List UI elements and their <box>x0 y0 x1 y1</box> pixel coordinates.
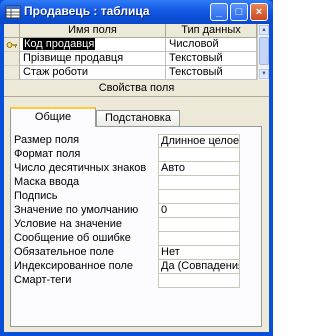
row-selector[interactable] <box>4 66 20 80</box>
grid-row[interactable]: Стаж роботи Текстовый <box>4 66 257 80</box>
property-row: Смарт-теги <box>14 274 258 288</box>
property-label: Условие на значение <box>14 218 123 230</box>
data-type-cell[interactable]: Числовой <box>166 38 257 52</box>
property-label: Значение по умолчанию <box>14 204 139 216</box>
property-row: Число десятичных знаков Авто <box>14 162 258 176</box>
property-label: Размер поля <box>14 134 80 146</box>
general-tab-panel: Размер поля Длинное целое Формат поля Чи… <box>10 126 262 327</box>
field-name-text: Код продавця <box>23 38 96 50</box>
property-row: Размер поля Длинное целое <box>14 134 258 148</box>
row-selector[interactable] <box>4 38 20 52</box>
property-row: Маска ввода <box>14 176 258 190</box>
property-value-field[interactable]: 0 <box>158 204 240 218</box>
property-label: Обязательное поле <box>14 246 115 258</box>
property-label: Формат поля <box>14 148 81 160</box>
client-area: Имя поля Тип данных Код продавця Числово… <box>4 24 269 332</box>
field-name-cell[interactable]: Стаж роботи <box>20 66 166 80</box>
property-row: Формат поля <box>14 148 258 162</box>
grid-vertical-scrollbar[interactable]: ▲ ▼ <box>257 24 269 80</box>
title-bar[interactable]: Продавець : таблица _ □ × <box>0 0 273 24</box>
property-value-field[interactable] <box>158 176 240 190</box>
tab-lookup[interactable]: Подстановка <box>96 110 180 127</box>
property-value-field[interactable]: Да (Совпадения не допускаются) <box>158 260 240 274</box>
property-label: Число десятичных знаков <box>14 162 147 174</box>
property-label: Подпись <box>14 190 58 202</box>
data-type-header: Тип данных <box>166 24 257 38</box>
property-value-field[interactable] <box>158 218 240 232</box>
property-row: Индексированное поле Да (Совпадения не д… <box>14 260 258 274</box>
close-button[interactable]: × <box>250 3 268 21</box>
scroll-down-arrow-icon[interactable]: ▼ <box>259 69 269 79</box>
property-value-field[interactable]: Авто <box>158 162 240 176</box>
property-value-field[interactable]: Длинное целое <box>158 134 240 148</box>
field-name-header: Имя поля <box>20 24 166 38</box>
property-row: Подпись <box>14 190 258 204</box>
property-value-field[interactable] <box>158 148 240 162</box>
tab-general[interactable]: Общие <box>10 107 96 127</box>
grid-row[interactable]: Прізвище продавця Текстовый <box>4 52 257 66</box>
grid-row[interactable]: Код продавця Числовой <box>4 38 257 52</box>
property-value-field[interactable] <box>158 190 240 204</box>
field-properties-label: Свойства поля <box>4 80 269 97</box>
property-label: Смарт-теги <box>14 274 72 286</box>
property-value-field[interactable]: Нет <box>158 246 240 260</box>
window-title: Продавець : таблица <box>24 4 150 18</box>
property-row: Обязательное поле Нет <box>14 246 258 260</box>
properties-tabs: Общие Подстановка Размер поля Длинное це… <box>10 107 262 327</box>
scroll-thumb[interactable] <box>259 37 269 65</box>
primary-key-icon <box>6 42 18 48</box>
property-label: Сообщение об ошибке <box>14 232 131 244</box>
field-name-cell[interactable]: Прізвище продавця <box>20 52 166 66</box>
property-row: Условие на значение <box>14 218 258 232</box>
data-type-cell[interactable]: Текстовый <box>166 52 257 66</box>
table-icon <box>5 5 21 19</box>
row-selector-header[interactable] <box>4 24 20 38</box>
property-label: Индексированное поле <box>14 260 133 272</box>
field-grid: Имя поля Тип данных Код продавця Числово… <box>4 24 269 80</box>
scroll-up-arrow-icon[interactable]: ▲ <box>259 25 269 35</box>
property-row: Значение по умолчанию 0 <box>14 204 258 218</box>
maximize-button[interactable]: □ <box>230 3 248 21</box>
data-type-cell[interactable]: Текстовый <box>166 66 257 80</box>
property-value-field[interactable] <box>158 232 240 246</box>
field-name-cell[interactable]: Код продавця <box>20 38 166 52</box>
table-design-window: Продавець : таблица _ □ × Имя поля Тип д… <box>0 0 273 336</box>
property-value-field[interactable] <box>158 274 240 288</box>
minimize-button[interactable]: _ <box>210 3 228 21</box>
property-label: Маска ввода <box>14 176 80 188</box>
property-row: Сообщение об ошибке <box>14 232 258 246</box>
row-selector[interactable] <box>4 52 20 66</box>
